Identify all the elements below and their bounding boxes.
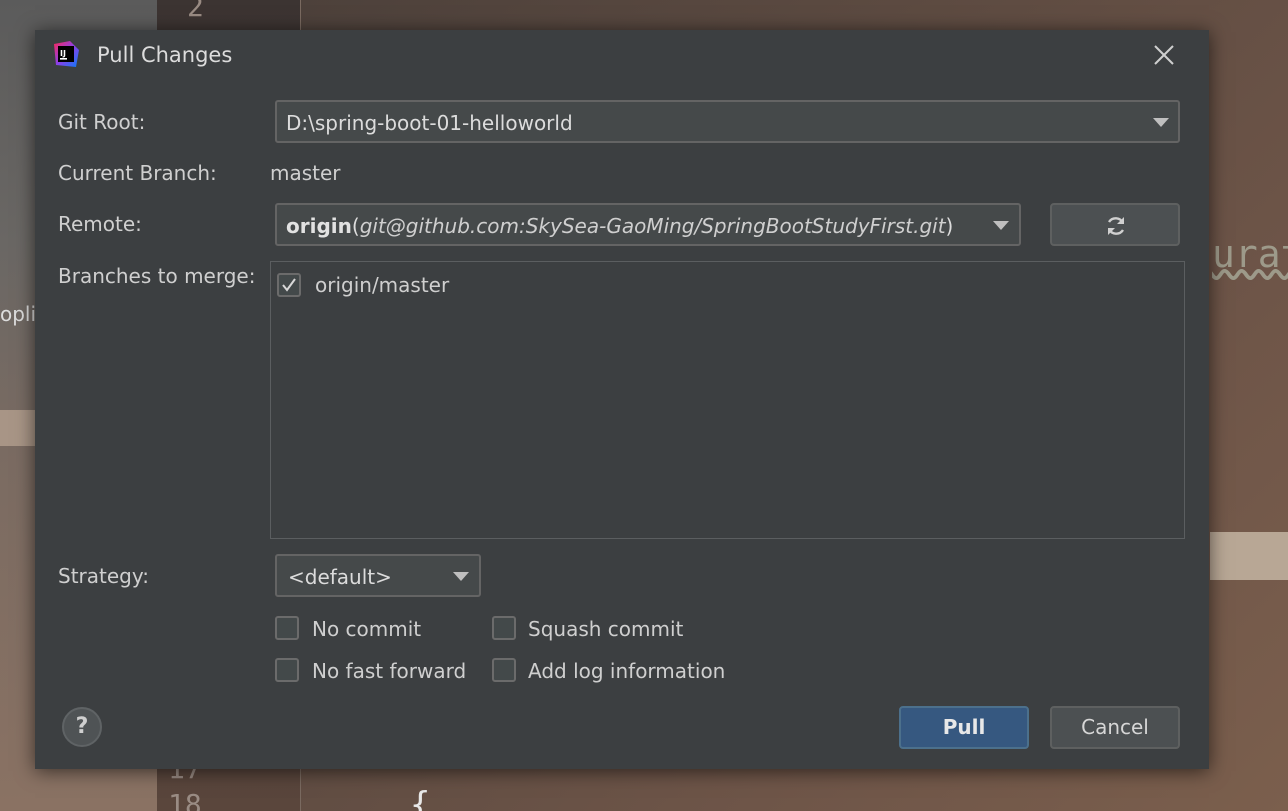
branch-name: origin/master — [315, 273, 450, 297]
background-right-band — [1210, 532, 1288, 580]
current-branch-value: master — [270, 161, 341, 185]
branch-checkbox[interactable] — [277, 273, 301, 297]
remote-value: origin(git@github.com:SkySea-GaoMing/Spr… — [286, 214, 971, 238]
no-fast-forward-checkbox[interactable] — [275, 658, 299, 682]
git-root-select[interactable]: D:\spring-boot-01-helloworld — [275, 100, 1180, 143]
pull-button[interactable]: Pull — [899, 706, 1029, 749]
code-brace: { — [410, 785, 431, 811]
svg-text:IJ: IJ — [60, 49, 66, 58]
line-number: 18 — [168, 788, 202, 811]
no-commit-label: No commit — [312, 617, 422, 641]
squash-commit-checkbox[interactable] — [492, 616, 516, 640]
no-fast-forward-label: No fast forward — [312, 659, 467, 683]
remote-open-paren: ( — [351, 214, 360, 238]
line-number: 2 — [187, 0, 204, 23]
cancel-button[interactable]: Cancel — [1050, 706, 1180, 749]
background-code-fragment: urati — [1212, 232, 1288, 276]
chevron-down-icon — [993, 221, 1009, 230]
pull-changes-dialog: IJ Pull Changes Git Root: D:\spring-boot… — [35, 30, 1209, 769]
close-icon[interactable] — [1149, 40, 1179, 70]
add-log-information-label: Add log information — [528, 659, 726, 683]
intellij-idea-icon: IJ — [54, 41, 79, 67]
strategy-label: Strategy: — [58, 564, 149, 588]
refresh-remote-button[interactable] — [1050, 203, 1180, 246]
remote-name: origin — [286, 214, 352, 238]
branches-label: Branches to merge: — [58, 264, 256, 288]
git-root-label: Git Root: — [58, 110, 146, 134]
remote-close-paren: ) — [945, 214, 954, 238]
chevron-down-icon — [1153, 118, 1169, 127]
remote-select[interactable]: origin(git@github.com:SkySea-GaoMing/Spr… — [275, 203, 1021, 246]
remote-label: Remote: — [58, 212, 142, 236]
refresh-icon — [1107, 217, 1125, 235]
remote-url: git@github.com:SkySea-GaoMing/SpringBoot… — [359, 214, 946, 238]
strategy-select[interactable]: <default> — [275, 554, 481, 597]
dialog-title: Pull Changes — [97, 43, 233, 67]
current-branch-label: Current Branch: — [58, 161, 217, 185]
strategy-value: <default> — [288, 565, 392, 589]
help-icon[interactable]: ? — [62, 707, 102, 747]
dialog-titlebar: IJ Pull Changes — [35, 30, 1209, 82]
background-side-text: opli — [0, 302, 37, 326]
checkmark-icon — [282, 278, 296, 292]
branches-list: origin/master — [270, 261, 1185, 539]
git-root-value: D:\spring-boot-01-helloworld — [286, 111, 573, 135]
add-log-information-checkbox[interactable] — [492, 658, 516, 682]
squash-commit-label: Squash commit — [528, 617, 684, 641]
no-commit-checkbox[interactable] — [275, 616, 299, 640]
chevron-down-icon — [453, 572, 469, 581]
